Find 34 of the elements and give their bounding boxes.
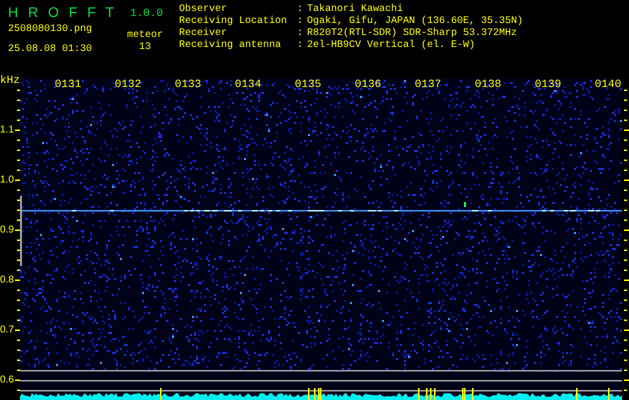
time-label: 0140 bbox=[594, 79, 622, 91]
time-label: 0131 bbox=[54, 79, 82, 91]
field-label: Receiving antenna bbox=[179, 40, 282, 52]
axis-label: 0.7 bbox=[0, 324, 14, 336]
time-label: 0138 bbox=[474, 79, 502, 91]
time-label: 0133 bbox=[174, 79, 202, 91]
time-label: 0137 bbox=[414, 79, 442, 91]
field-value: R820T2(RTL-SDR) SDR-Sharp 53.372MHz bbox=[307, 28, 518, 40]
file-name: 2508080130.png bbox=[8, 24, 94, 36]
meteor-label: meteor bbox=[126, 30, 163, 42]
separator: : bbox=[297, 28, 304, 40]
field-label: Receiving Location bbox=[179, 16, 288, 28]
field-value: 2el-HB9CV Vertical (el. E-W) bbox=[307, 40, 476, 52]
field-value: Ogaki, Gifu, JAPAN (136.60E, 35.35N) bbox=[307, 16, 524, 28]
meteor-count: 13 bbox=[138, 42, 151, 54]
separator: : bbox=[297, 16, 304, 28]
axis-label: 0.8 bbox=[0, 274, 14, 286]
axis-label: 1.0 bbox=[0, 174, 14, 186]
app-title: H R O F F T bbox=[8, 4, 114, 20]
separator: : bbox=[297, 4, 304, 16]
time-label: 0136 bbox=[354, 79, 382, 91]
time-label: 0132 bbox=[114, 79, 142, 91]
field-value: Takanori Kawachi bbox=[307, 4, 404, 16]
time-label: 0135 bbox=[294, 79, 322, 91]
field-label: Observer bbox=[179, 4, 228, 16]
axis-label: 0.9 bbox=[0, 224, 14, 236]
version-label: 1.0.0 bbox=[130, 8, 163, 20]
separator: : bbox=[297, 40, 304, 52]
axis-label: 0.6 bbox=[0, 374, 14, 386]
axis-label: 1.1 bbox=[0, 124, 14, 136]
time-label: 0134 bbox=[234, 79, 262, 91]
field-label: Receiver bbox=[179, 28, 228, 40]
unit-label: kHz bbox=[0, 75, 20, 87]
date-time: 25.08.08 01:30 bbox=[8, 44, 94, 56]
